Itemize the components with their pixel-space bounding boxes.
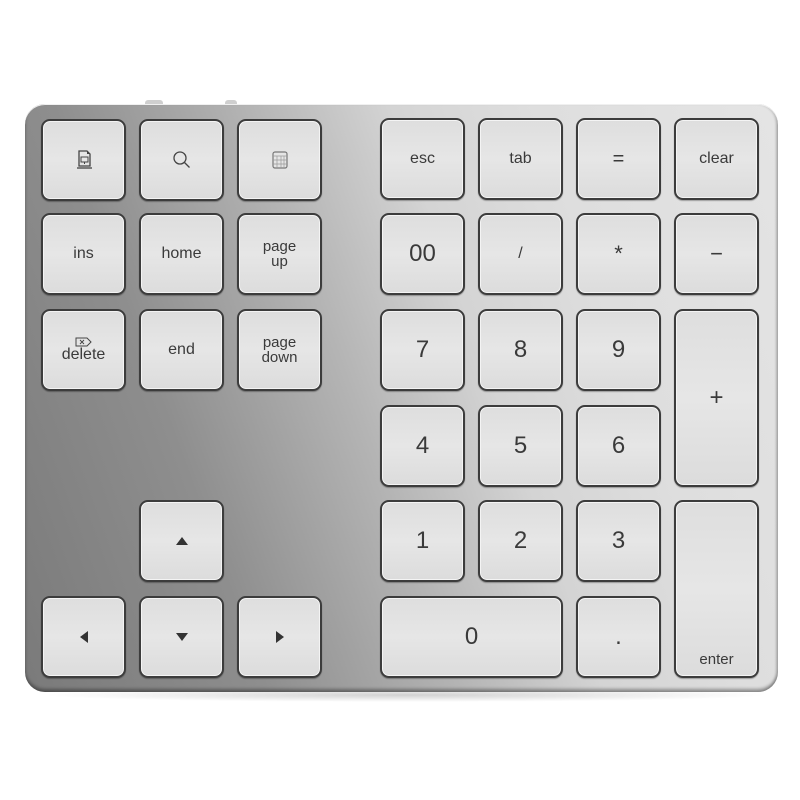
key-arrow-left[interactable] (41, 596, 126, 678)
key-label-line2: up (271, 253, 288, 270)
key-1[interactable]: 1 (380, 500, 465, 582)
key-label: 8 (513, 336, 528, 363)
key-label: ins (73, 245, 94, 262)
key-label: end (168, 341, 195, 358)
key-2[interactable]: 2 (478, 500, 563, 582)
key-label: esc (410, 150, 435, 167)
key-6[interactable]: 6 (576, 405, 661, 487)
search-icon (171, 149, 193, 171)
key-label: = (612, 148, 625, 170)
key-arrow-right[interactable] (237, 596, 322, 678)
key-label: . (615, 623, 622, 650)
calculator-document-icon (74, 149, 94, 171)
key-5[interactable]: 5 (478, 405, 563, 487)
key-arrow-down[interactable] (139, 596, 224, 678)
key-label: 00 (409, 240, 436, 267)
key-calendar[interactable] (237, 119, 322, 201)
key-page-down[interactable]: page down (237, 309, 322, 391)
key-equals[interactable]: = (576, 118, 661, 200)
key-label: home (161, 245, 202, 262)
arrow-right-icon (275, 630, 285, 644)
key-label: delete (61, 346, 106, 363)
arrow-left-icon (79, 630, 89, 644)
key-label: / (518, 245, 523, 262)
key-divide[interactable]: / (478, 213, 563, 295)
key-label: 5 (513, 432, 528, 459)
key-label: enter (699, 651, 734, 668)
key-label: * (614, 241, 623, 266)
key-label: + (709, 384, 724, 411)
key-search[interactable] (139, 119, 224, 201)
arrow-up-icon (175, 536, 189, 546)
key-label: page (262, 334, 297, 351)
key-9[interactable]: 9 (576, 309, 661, 391)
key-double-zero[interactable]: 00 (380, 213, 465, 295)
key-label: 1 (415, 527, 430, 554)
key-arrow-up[interactable] (139, 500, 224, 582)
key-label: tab (509, 150, 532, 167)
arrow-down-icon (175, 632, 189, 642)
key-8[interactable]: 8 (478, 309, 563, 391)
key-label: page (262, 238, 297, 255)
key-multiply[interactable]: * (576, 213, 661, 295)
key-label: 3 (611, 527, 626, 554)
key-home[interactable]: home (139, 213, 224, 295)
key-plus[interactable]: + (674, 309, 759, 487)
key-label: 4 (415, 432, 430, 459)
key-label: 9 (611, 336, 626, 363)
key-label: 2 (513, 527, 528, 554)
key-0[interactable]: 0 (380, 596, 563, 678)
key-esc[interactable]: esc (380, 118, 465, 200)
key-label: 7 (415, 336, 430, 363)
key-label: − (710, 241, 723, 266)
key-label-line2: down (261, 349, 298, 366)
key-3[interactable]: 3 (576, 500, 661, 582)
calendar-icon (271, 150, 289, 170)
key-calculator[interactable] (41, 119, 126, 201)
key-label: 6 (611, 432, 626, 459)
key-7[interactable]: 7 (380, 309, 465, 391)
key-tab[interactable]: tab (478, 118, 563, 200)
key-end[interactable]: end (139, 309, 224, 391)
key-delete[interactable]: delete (41, 309, 126, 391)
key-enter[interactable]: enter (674, 500, 759, 678)
key-label: clear (699, 150, 734, 167)
key-4[interactable]: 4 (380, 405, 465, 487)
key-clear[interactable]: clear (674, 118, 759, 200)
key-label: 0 (464, 623, 479, 650)
key-ins[interactable]: ins (41, 213, 126, 295)
key-minus[interactable]: − (674, 213, 759, 295)
key-page-up[interactable]: page up (237, 213, 322, 295)
key-decimal[interactable]: . (576, 596, 661, 678)
